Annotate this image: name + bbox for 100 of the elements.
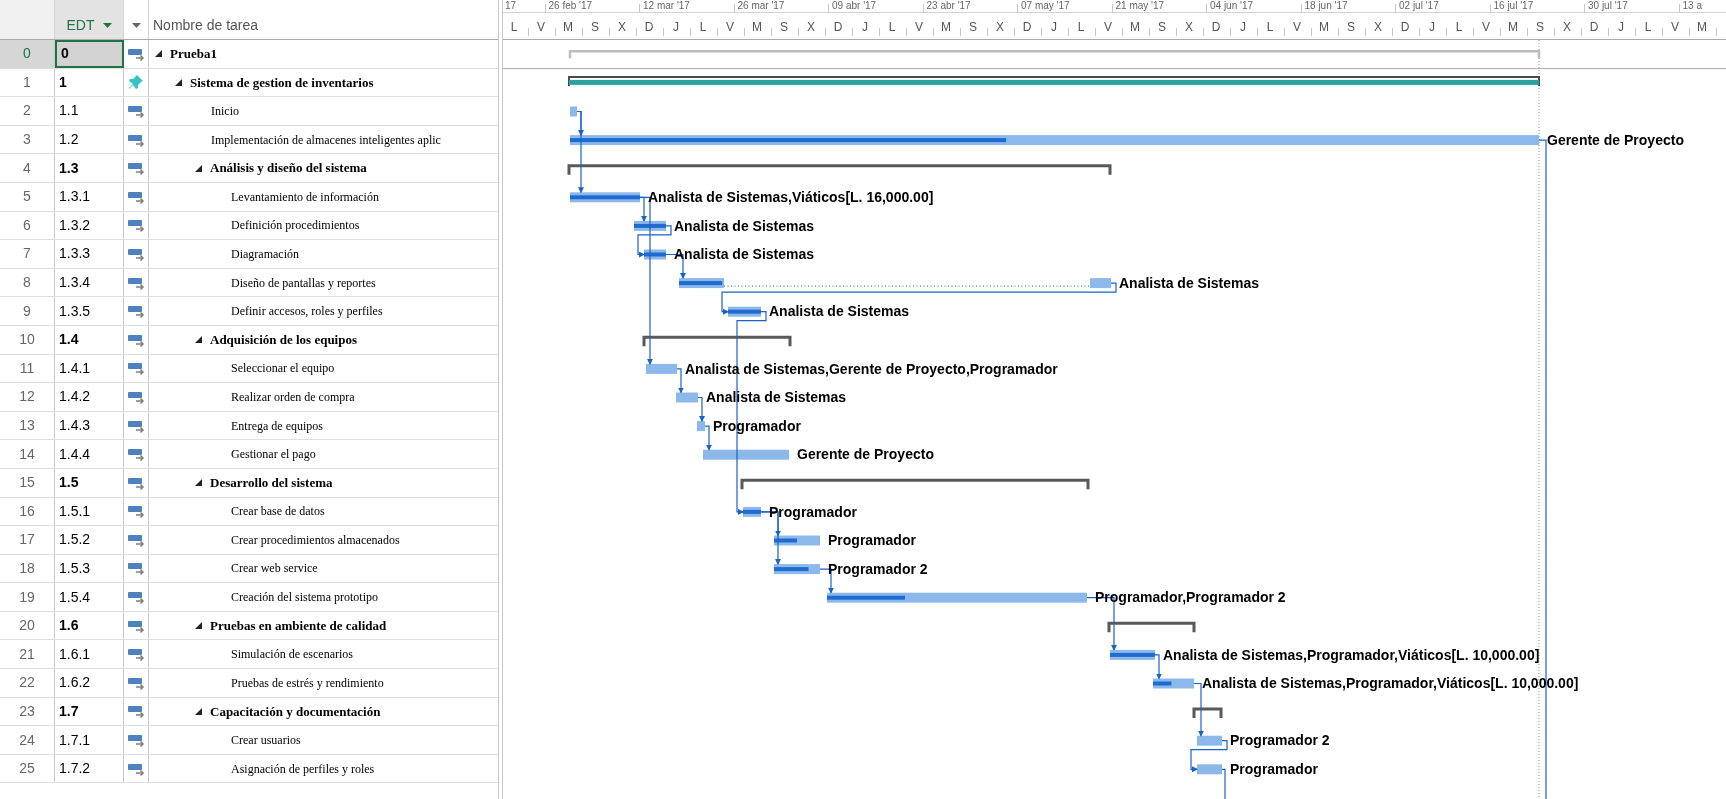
day-label: M: [1319, 18, 1329, 36]
collapse-icon[interactable]: [175, 78, 182, 86]
task-name: Crear usuarios: [231, 732, 301, 750]
collapse-icon[interactable]: [195, 622, 202, 630]
timescale-label: 09 abr '17: [832, 0, 877, 12]
day-label: J: [1429, 18, 1435, 36]
resource-label: Analista de Sistemas: [674, 245, 815, 265]
collapse-icon[interactable]: [195, 336, 202, 344]
day-label: J: [673, 18, 679, 36]
day-label: D: [1211, 18, 1221, 36]
resource-label: Programador: [713, 416, 801, 436]
day-label: V: [1671, 18, 1679, 36]
day-label: V: [1293, 18, 1301, 36]
timescale-label: 12 mar '17: [643, 0, 690, 12]
resource-label: Analista de Sistemas: [706, 388, 847, 408]
day-label: S: [969, 18, 977, 36]
timescale-label: 13 a: [1682, 0, 1702, 12]
task-name: Sistema de gestion de inventarios: [190, 73, 374, 92]
edt-cell: 1.6: [55, 611, 124, 640]
edt-cell: 1.4: [55, 325, 124, 354]
task-name: Pruebas de estrés y rendimiento: [231, 674, 384, 692]
edt-cell: 1.5.2: [55, 526, 124, 554]
day-label: J: [1618, 18, 1624, 36]
dependency-line: [704, 425, 712, 451]
day-label: M: [941, 18, 951, 36]
edt-cell: 1.4.4: [55, 440, 124, 468]
timescale-label: 30 jul '17: [1588, 0, 1628, 12]
resource-label: Programador 2: [1230, 731, 1330, 751]
timescale-label: 04 jun '17: [1210, 0, 1254, 12]
day-label: L: [510, 18, 518, 36]
edt-cell: 1.7.1: [55, 726, 124, 754]
day-label: V: [537, 18, 545, 36]
edt-cell: 1.1: [55, 97, 124, 125]
day-label: L: [888, 18, 896, 36]
task-bar: [1197, 764, 1222, 775]
day-label: X: [1374, 18, 1382, 36]
task-name: Realizar orden de compra: [231, 388, 355, 406]
resource-label: Analista de Sistemas,Programador,Viáticos[L. 10,000.00]: [1202, 674, 1579, 694]
day-label: M: [752, 18, 762, 36]
day-label: X: [996, 18, 1004, 36]
collapse-icon[interactable]: [195, 707, 202, 715]
day-label: V: [915, 18, 923, 36]
day-label: J: [1051, 18, 1057, 36]
task-name: Entrega de equipos: [231, 417, 323, 435]
task-name: Gestionar el pago: [231, 446, 316, 464]
collapse-icon[interactable]: [195, 164, 202, 172]
timescale-label: 23 abr '17: [926, 0, 971, 12]
day-label: S: [591, 18, 599, 36]
task-name: Simulación de escenarios: [231, 646, 353, 664]
task-name: Adquisición de los equipos: [210, 331, 358, 349]
edt-cell: 1.3: [55, 154, 124, 182]
day-label: S: [780, 18, 788, 36]
edt-cell: 1.5.3: [55, 554, 124, 583]
task-name: Creación del sistema prototipo: [231, 589, 378, 607]
task-name: Crear base de datos: [231, 503, 325, 521]
task-name: Pruebas en ambiente de calidad: [210, 616, 387, 635]
day-label: L: [699, 18, 707, 36]
day-label: V: [1104, 18, 1112, 36]
caret-icon[interactable]: [102, 23, 112, 28]
day-label: J: [862, 18, 868, 36]
timescale-label: 18 jun '17: [1304, 0, 1348, 12]
day-label: L: [1644, 18, 1652, 36]
resource-label: Analista de Sistemas,Programador,Viáticos[L. 10,000.00]: [1163, 645, 1540, 665]
edt-cell: 1.4.2: [55, 383, 124, 411]
column-label: EDT: [66, 16, 95, 35]
edt-cell: 1.3.3: [55, 240, 124, 268]
column-header[interactable]: Nombre de tarea: [153, 15, 259, 36]
day-label: X: [1185, 18, 1193, 36]
task-bar: [697, 421, 705, 432]
day-label: M: [1130, 18, 1140, 36]
timescale-label: 17: [505, 0, 517, 12]
day-label: L: [1455, 18, 1463, 36]
edt-cell: 1.7.2: [55, 754, 124, 783]
edt-cell: 1.4.3: [55, 411, 124, 440]
task-name: Inicio: [211, 103, 239, 120]
day-label: L: [1077, 18, 1085, 36]
edt-cell: 1.5: [55, 468, 124, 497]
task-name: Definir accesos, roles y perfiles: [231, 303, 383, 321]
day-label: X: [618, 18, 626, 36]
task-name: Crear procedimientos almacenados: [231, 531, 400, 549]
day-label: V: [1482, 18, 1490, 36]
day-label: D: [833, 18, 843, 36]
caret-icon[interactable]: [131, 23, 141, 28]
timescale-label: 26 mar '17: [737, 0, 785, 12]
resource-label: Gerente de Proyecto: [797, 445, 934, 465]
collapse-icon[interactable]: [195, 479, 202, 487]
resource-label: Analista de Sistemas: [769, 302, 910, 322]
task-name: Diseño de pantallas y reportes: [231, 274, 376, 292]
edt-cell: 1.5.4: [55, 583, 124, 611]
day-label: D: [1022, 18, 1032, 36]
day-label: X: [807, 18, 815, 36]
task-bar: [676, 392, 698, 403]
dependency-line: [1193, 682, 1204, 737]
resource-label: Analista de Sistemas: [674, 216, 815, 236]
row-number[interactable]: 0: [0, 40, 55, 68]
summary-bar: [1192, 707, 1223, 719]
resource-label: Analista de Sistemas,Viáticos[L. 16,000.00]: [648, 188, 934, 207]
collapse-icon[interactable]: [155, 50, 162, 58]
task-bar: [646, 363, 677, 374]
edt-cell: 1.6.2: [55, 669, 124, 697]
